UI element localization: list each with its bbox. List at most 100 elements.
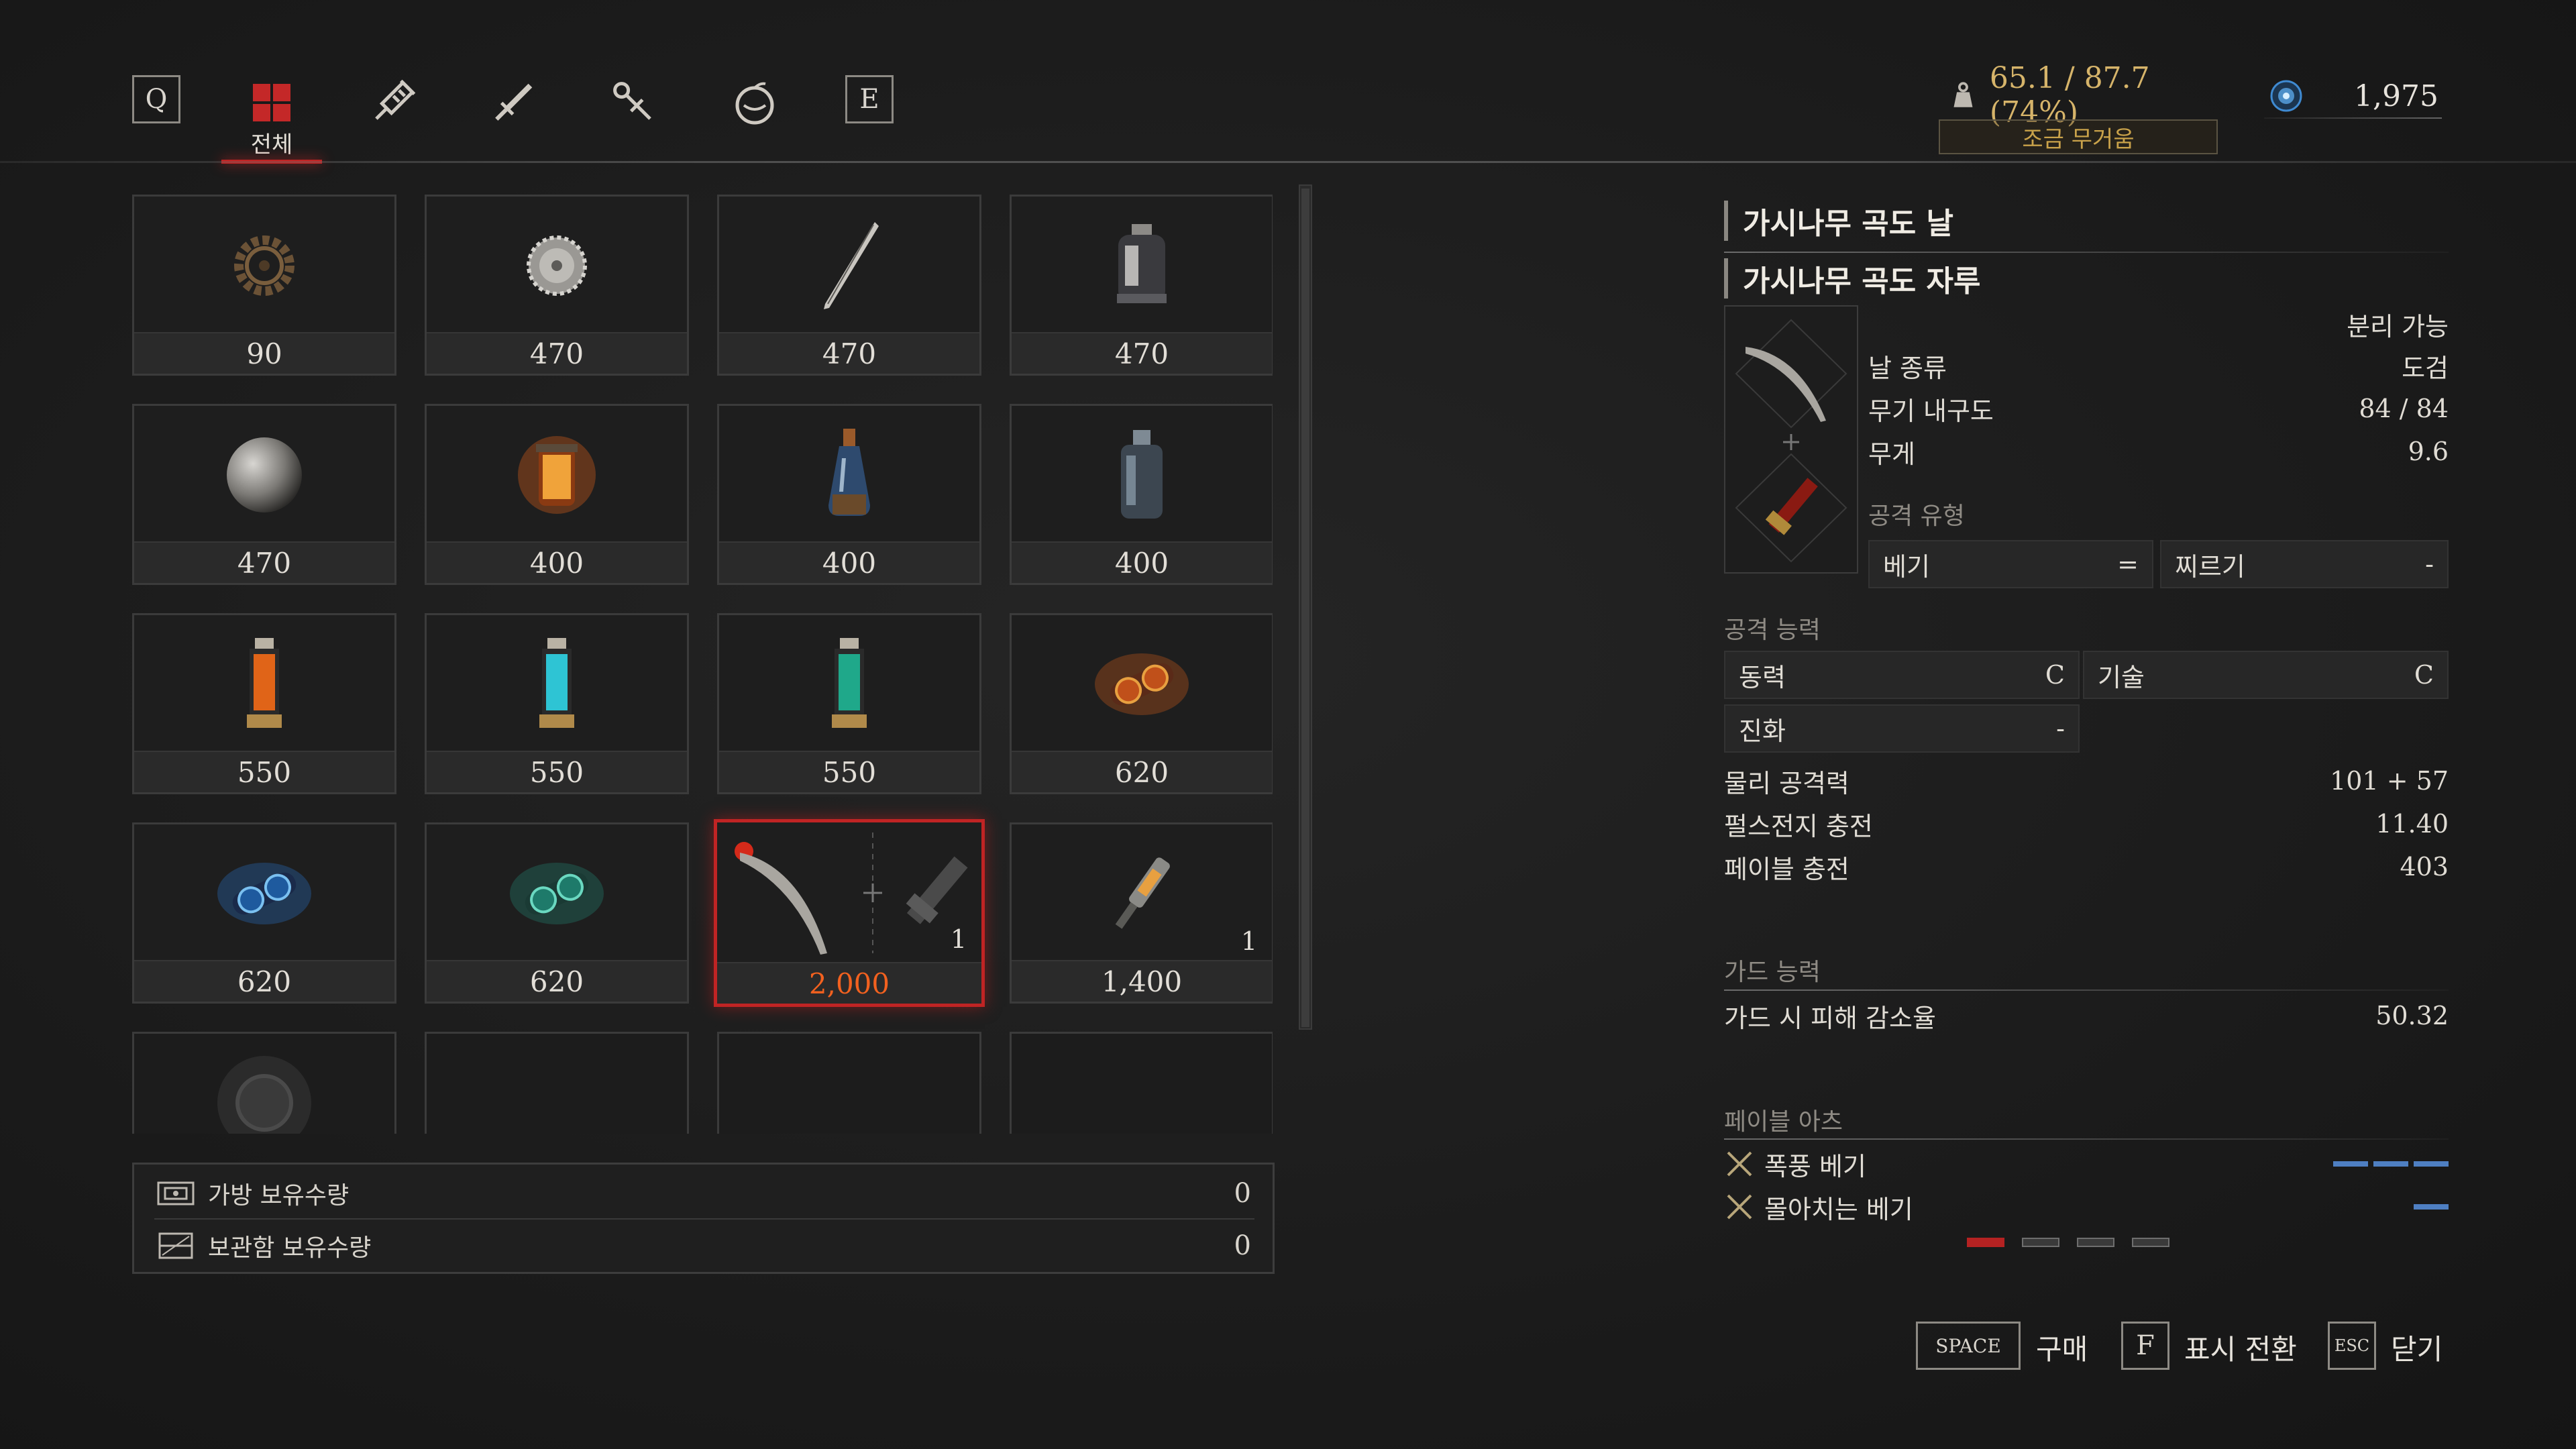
page-dot-active[interactable] [1967,1238,2004,1247]
shop-item[interactable]: 550 [717,613,981,794]
scrollbar-thumb[interactable] [1301,189,1309,1027]
flask-icon [828,428,870,516]
fable-arts-label: 페이블 아츠 [1724,1108,1843,1136]
empty-slot [717,1032,981,1134]
prev-tab-key[interactable]: Q [132,75,180,123]
plus-divider-icon [863,833,882,953]
close-label[interactable]: 닫기 [2391,1327,2443,1368]
shop-item[interactable]: 470 [425,195,689,376]
next-tab-key[interactable]: E [845,75,894,123]
toggle-view-label[interactable]: 표시 전환 [2184,1327,2297,1368]
space-key[interactable]: SPACE [1916,1322,2021,1370]
orb-icon[interactable] [724,72,785,133]
technique-value: C [2414,660,2434,690]
blade-part-icon [1746,347,1826,422]
wrench-icon[interactable] [604,72,664,133]
grid-icon[interactable] [241,72,302,133]
page-dot[interactable] [2077,1238,2114,1247]
green-cell-icon [832,637,867,728]
pulse-charge-value: 11.40 [2375,809,2449,839]
durability-label: 무기 내구도 [1868,396,1994,426]
weight-row: 무게 9.6 [1868,433,2449,470]
shop-item[interactable]: 90 [132,195,396,376]
guard-reduction-value: 50.32 [2375,1001,2449,1030]
needle-icon [824,221,879,309]
shop-item[interactable]: 620 [425,822,689,1004]
shop-item[interactable]: 400 [717,404,981,585]
title-divider [1724,252,2449,253]
bag-count-value: 0 [1234,1178,1251,1209]
item-price: 470 [427,332,687,374]
empty-slot [425,1032,689,1134]
shop-item-grid: 90 470 470 470 470 400 400 400 550 550 5… [132,195,1273,1134]
shop-item[interactable]: 620 [132,822,396,1004]
durability-value: 84 / 84 [2359,394,2449,423]
phys-attack-value: 101 + 57 [2330,766,2449,796]
weight-icon [1953,82,1973,107]
attack-type-2: 찌르기 [2175,551,2245,582]
sickle-blade-icon [735,842,827,955]
item-price: 620 [1012,751,1272,792]
shop-item[interactable]: 470 [717,195,981,376]
phys-attack-row: 물리 공격력 101 + 57 [1724,761,2449,800]
advance-label: 진화 [1739,716,1786,746]
weight-status-badge: 조금 무거움 [1939,119,2218,154]
page-dot[interactable] [2022,1238,2059,1247]
fable-charge-label: 페이블 충전 [1724,854,1849,884]
handle-name: 가시나무 곡도 자루 [1724,258,1980,299]
item-price: 550 [719,751,979,792]
bag-count-row: 가방 보유수량 0 [134,1169,1273,1218]
currency-amount: 1,975 [2354,78,2438,113]
shop-item[interactable]: 470 [132,404,396,585]
attack-type-equals: = [2117,549,2139,579]
pulse-charge-row: 펄스전지 충전 11.40 [1724,804,2449,843]
item-price: 620 [134,960,394,1002]
buy-label[interactable]: 구매 [2036,1327,2088,1368]
handle-part-icon [1765,478,1818,535]
shop-item[interactable]: 620 [1010,613,1273,794]
dagger-icon[interactable] [483,72,543,133]
fable-art-row[interactable]: 몰아치는 베기 [1724,1187,2449,1227]
shop-item[interactable]: 470 [1010,195,1273,376]
cost-pip [2414,1161,2449,1167]
attack-ability-label: 공격 능력 [1724,616,1821,644]
fable-arts-divider [1724,1138,2449,1140]
item-price: 550 [427,751,687,792]
syringe-icon[interactable] [362,72,423,133]
saw-blade-icon [527,235,587,296]
shop-item[interactable]: 550 [425,613,689,794]
separable-row: 분리 가능 [1868,305,2449,343]
shop-item[interactable] [132,1032,396,1134]
fable-art-cost [2414,1204,2449,1210]
storage-count-value: 0 [1234,1230,1251,1261]
grid-scrollbar[interactable] [1299,184,1312,1030]
technique-stat: 기술 C [2083,651,2449,699]
weapon-parts-preview [1724,305,1858,574]
blade-type-label: 날 종류 [1868,353,1947,383]
fire-jar-icon [518,435,596,514]
page-dot[interactable] [2132,1238,2169,1247]
shop-item-selected[interactable]: 1 2,000 [714,819,985,1007]
holdings-panel: 가방 보유수량 0 보관함 보유수량 0 [132,1163,1275,1274]
weight-label: 무게 [1868,439,1915,469]
empty-slot [1010,1032,1273,1134]
item-price: 620 [427,960,687,1002]
shop-item[interactable]: 400 [1010,404,1273,585]
durability-row: 무기 내구도 84 / 84 [1868,390,2449,427]
item-price: 400 [1012,541,1272,583]
orange-cell-icon [247,637,282,728]
f-key[interactable]: F [2121,1322,2169,1370]
esc-key[interactable]: ESC [2328,1322,2376,1370]
item-quantity: 1 [950,924,967,954]
shop-item[interactable]: 1 1,400 [1010,822,1273,1004]
blade-type-value: 도검 [2402,353,2449,383]
item-price: 90 [134,332,394,374]
tab-all-label[interactable]: 전체 [228,126,315,159]
counts-divider [154,1218,1254,1220]
fable-art-row[interactable]: 폭풍 베기 [1724,1144,2449,1184]
item-price: 400 [427,541,687,583]
item-price: 470 [719,332,979,374]
shop-item[interactable]: 550 [132,613,396,794]
detail-page-indicator [1967,1238,2169,1247]
shop-item[interactable]: 400 [425,404,689,585]
